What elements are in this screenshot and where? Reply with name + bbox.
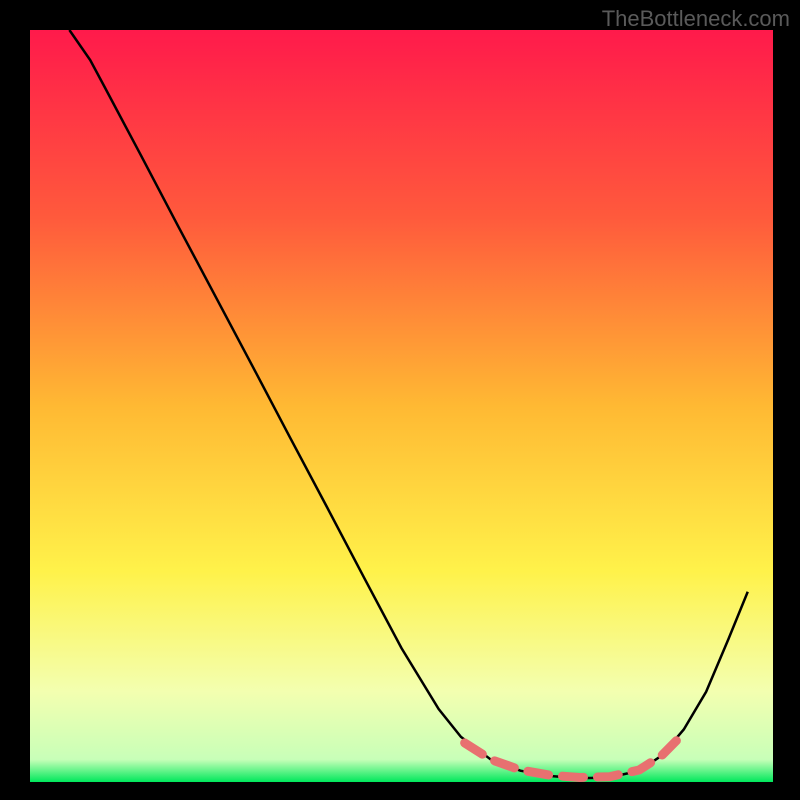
- watermark-text: TheBottleneck.com: [602, 6, 790, 32]
- chart-container: TheBottleneck.com: [0, 0, 800, 800]
- plot-area: [0, 0, 800, 800]
- chart-svg: [0, 0, 800, 800]
- gradient-background: [30, 30, 773, 782]
